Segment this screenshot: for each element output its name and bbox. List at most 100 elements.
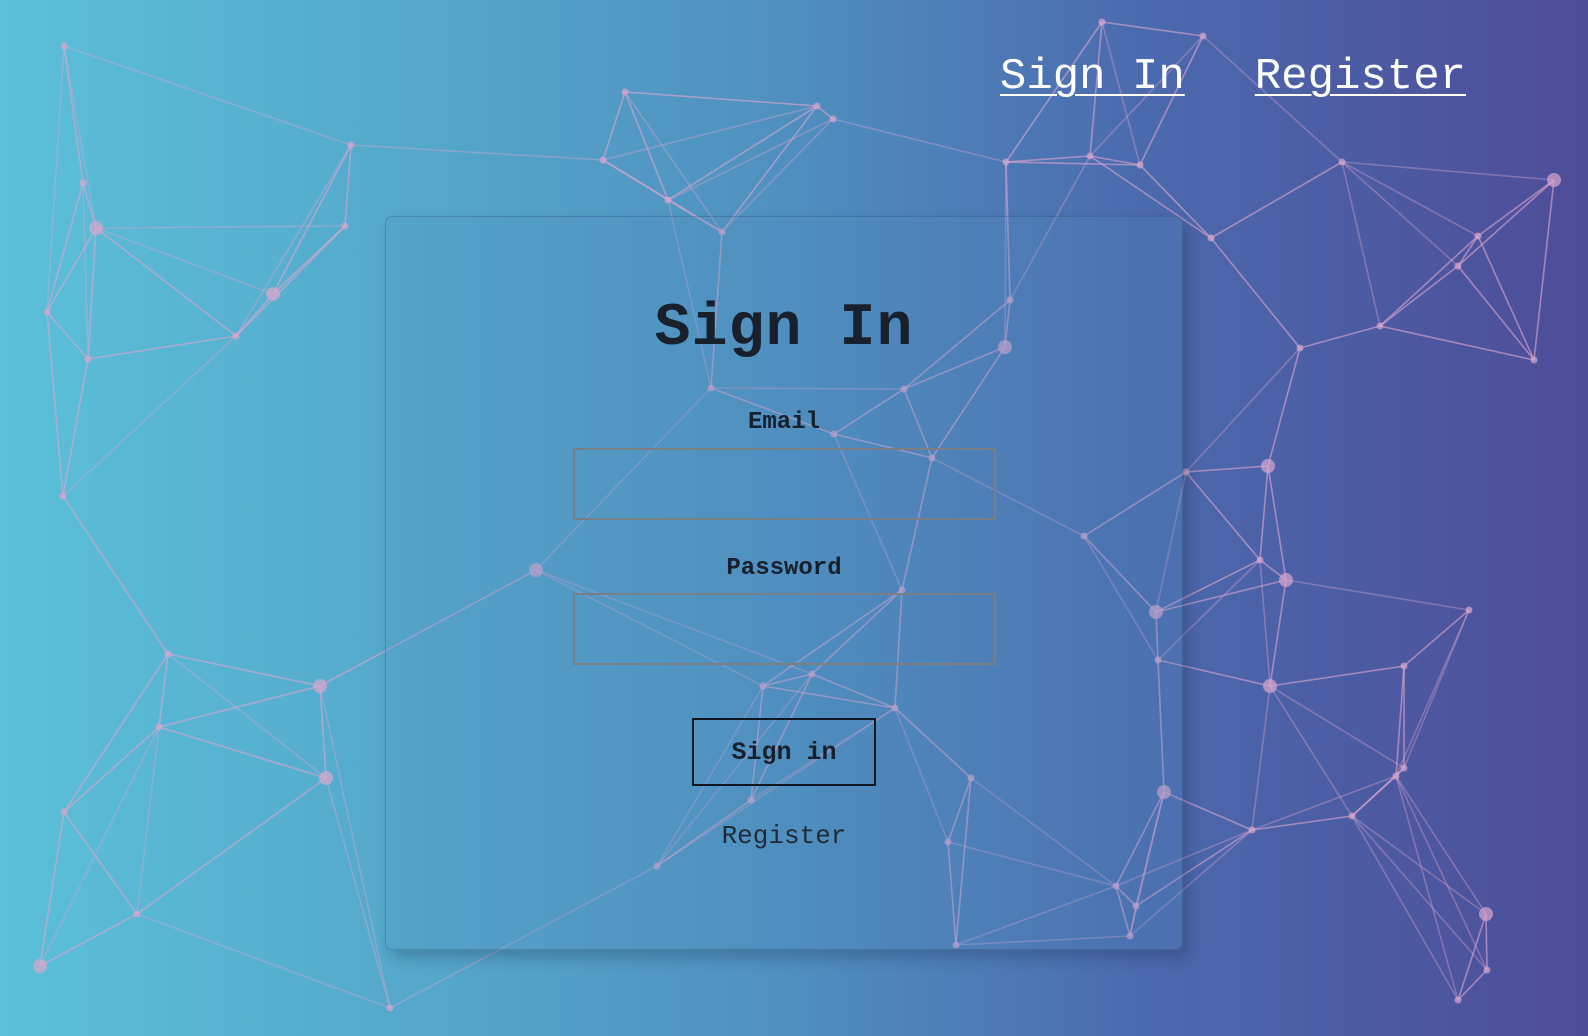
register-link[interactable]: Register [386, 821, 1182, 851]
network-node [1400, 662, 1408, 670]
network-node [266, 287, 280, 301]
network-line [1351, 815, 1487, 915]
network-line [624, 91, 723, 233]
email-label: Email [747, 409, 820, 436]
nav-sign-in-link[interactable]: Sign In [1000, 52, 1185, 102]
network-line [63, 45, 352, 146]
network-node [60, 808, 68, 816]
password-label: Password [726, 555, 842, 582]
network-node [232, 332, 240, 340]
network-line [46, 227, 97, 313]
network-node [1256, 556, 1264, 564]
network-line [1457, 179, 1555, 267]
network-node [1530, 356, 1538, 364]
network-node [1454, 262, 1462, 270]
network-line [1351, 815, 1459, 1001]
network-line [602, 105, 818, 161]
network-node [1392, 772, 1400, 780]
network-node [599, 156, 607, 164]
network-node [341, 222, 349, 230]
network-line [62, 495, 169, 655]
network-node [319, 771, 333, 785]
network-node [60, 42, 68, 50]
network-line [46, 182, 84, 313]
network-line [87, 227, 97, 360]
nav-register-link[interactable]: Register [1255, 52, 1466, 102]
network-line [46, 311, 64, 497]
network-line [235, 144, 352, 337]
network-node [59, 492, 67, 500]
network-node [1002, 158, 1010, 166]
network-node [347, 141, 355, 149]
network-node [1338, 158, 1346, 166]
network-line [1101, 21, 1204, 37]
network-line [272, 144, 352, 295]
network-line [1251, 815, 1353, 831]
network-node [43, 308, 51, 316]
network-node [155, 723, 163, 731]
sign-in-card: Sign In Email Password Sign in Register [385, 216, 1183, 950]
network-node [1474, 232, 1482, 240]
network-line [350, 144, 604, 161]
network-node [1279, 573, 1293, 587]
network-node [133, 910, 141, 918]
network-node [1296, 344, 1304, 352]
network-node [813, 102, 821, 110]
network-node [1400, 764, 1408, 772]
network-line [95, 227, 274, 295]
network-line [319, 685, 391, 1009]
network-line [1341, 161, 1459, 267]
network-line [39, 913, 138, 967]
network-node [1261, 459, 1275, 473]
network-line [1341, 161, 1479, 237]
network-line [167, 653, 321, 687]
network-node [1263, 679, 1277, 693]
network-node [1376, 322, 1384, 330]
network-line [1259, 559, 1271, 687]
network-line [1005, 161, 1141, 166]
network-line [1269, 579, 1287, 687]
network-node [386, 1004, 394, 1012]
network-node [79, 179, 87, 187]
sign-in-button[interactable]: Sign in [692, 718, 876, 786]
network-line [1005, 155, 1091, 163]
network-node [1182, 468, 1190, 476]
password-field[interactable] [573, 593, 996, 665]
network-line [1251, 775, 1397, 831]
network-node [164, 650, 172, 658]
network-line [82, 182, 89, 360]
network-node [1348, 812, 1356, 820]
network-line [136, 726, 160, 915]
network-node [1098, 18, 1106, 26]
network-line [1379, 265, 1459, 327]
network-line [1299, 325, 1381, 349]
network-line [63, 811, 138, 915]
network-node [1479, 907, 1493, 921]
network-line [1485, 913, 1488, 971]
network-node [1248, 826, 1256, 834]
network-line [1477, 235, 1535, 361]
network-line [667, 105, 818, 201]
network-node [1199, 32, 1207, 40]
network-node [89, 221, 103, 235]
network-line [95, 227, 237, 337]
network-line [832, 118, 1007, 163]
network-line [46, 45, 65, 313]
network-node [1086, 152, 1094, 160]
page-title: Sign In [654, 295, 914, 363]
network-line [1457, 913, 1487, 1001]
network-line [63, 45, 84, 184]
network-line [1351, 815, 1488, 971]
network-line [1185, 465, 1269, 473]
network-node [829, 115, 837, 123]
network-line [167, 653, 327, 779]
network-line [1533, 179, 1555, 361]
network-node [84, 355, 92, 363]
network-line [1269, 685, 1353, 817]
network-line [46, 311, 89, 360]
network-node [1207, 234, 1215, 242]
network-line [667, 118, 834, 201]
network-line [1210, 237, 1301, 349]
email-field[interactable] [573, 448, 996, 520]
network-line [63, 45, 97, 229]
